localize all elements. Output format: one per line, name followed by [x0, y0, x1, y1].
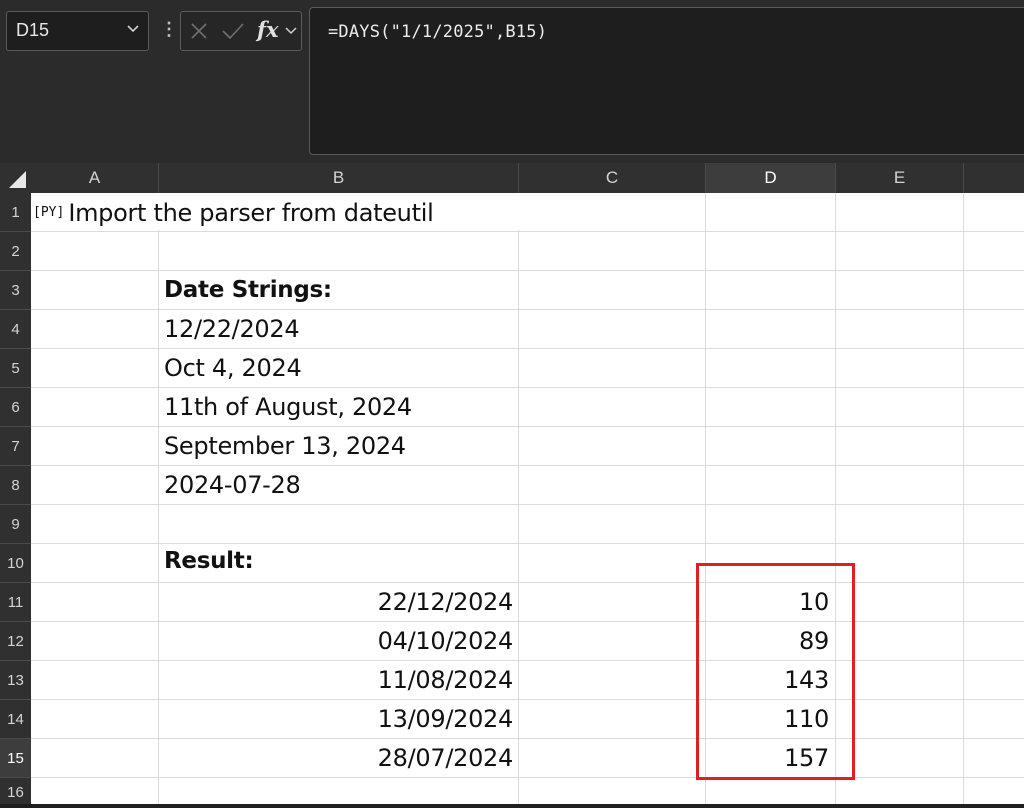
cell-b11[interactable]: 22/12/2024	[164, 588, 514, 616]
check-icon[interactable]	[221, 21, 245, 41]
cell-b7[interactable]: September 13, 2024	[164, 432, 406, 460]
gridline	[518, 193, 519, 804]
gridline	[31, 465, 1024, 466]
column-header-f[interactable]	[964, 163, 1024, 193]
row-header[interactable]: 14	[0, 700, 31, 739]
formula-actions: fx	[180, 11, 302, 51]
cell-b15[interactable]: 28/07/2024	[164, 744, 514, 772]
gridline	[31, 738, 1024, 739]
row-header[interactable]: 8	[0, 466, 31, 505]
column-header-a[interactable]: A	[31, 163, 159, 193]
gridline	[31, 660, 1024, 661]
row-header[interactable]: 11	[0, 583, 31, 622]
cell-b6[interactable]: 11th of August, 2024	[164, 393, 412, 421]
gridline	[705, 193, 706, 804]
cell-d15[interactable]: 157	[709, 744, 829, 772]
formula-bar-area: D15 ⋮ fx =DAYS("1/1/2025",B15)	[0, 0, 1024, 163]
gridline	[31, 621, 1024, 622]
row-header[interactable]: 10	[0, 544, 31, 583]
gridline	[835, 193, 836, 804]
gridline	[31, 543, 1024, 544]
gridline	[31, 270, 1024, 271]
row-header[interactable]: 15	[0, 739, 31, 778]
gridline	[31, 348, 1024, 349]
cell-b13[interactable]: 11/08/2024	[164, 666, 514, 694]
insert-function-icon[interactable]: fx	[257, 17, 279, 42]
row-header[interactable]: 13	[0, 661, 31, 700]
column-header-d[interactable]: D	[706, 163, 836, 193]
gridline	[31, 777, 1024, 778]
cell-b8[interactable]: 2024-07-28	[164, 471, 301, 499]
cell-a1[interactable]: [PY] Import the parser from dateutil	[33, 199, 434, 227]
row-header[interactable]: 1	[0, 193, 31, 232]
cell-a1-text: Import the parser from dateutil	[68, 199, 434, 227]
gridline	[31, 231, 1024, 232]
row-header[interactable]: 6	[0, 388, 31, 427]
formula-input[interactable]: =DAYS("1/1/2025",B15)	[309, 7, 1024, 155]
gridline	[31, 387, 1024, 388]
gridline	[158, 193, 159, 804]
row-header[interactable]: 4	[0, 310, 31, 349]
name-box[interactable]: D15	[6, 11, 149, 51]
row-header[interactable]: 12	[0, 622, 31, 661]
row-header[interactable]: 3	[0, 271, 31, 310]
name-box-value: D15	[16, 20, 50, 40]
cell-b10[interactable]: Result:	[164, 548, 254, 574]
gridline	[31, 426, 1024, 427]
cell-d14[interactable]: 110	[709, 705, 829, 733]
cell-grid[interactable]: [PY] Import the parser from dateutil Date…	[31, 193, 1024, 804]
cell-b4[interactable]: 12/22/2024	[164, 315, 300, 343]
gridline	[31, 309, 1024, 310]
cell-b12[interactable]: 04/10/2024	[164, 627, 514, 655]
column-headers: A B C D E	[0, 163, 1024, 193]
gridline	[31, 699, 1024, 700]
python-badge-icon: [PY]	[33, 204, 65, 220]
column-header-b[interactable]: B	[159, 163, 519, 193]
cell-b14[interactable]: 13/09/2024	[164, 705, 514, 733]
chevron-down-icon[interactable]	[285, 25, 297, 37]
gridline	[31, 582, 1024, 583]
formula-text: =DAYS("1/1/2025",B15)	[328, 22, 548, 42]
gridline	[963, 193, 964, 804]
cell-b3[interactable]: Date Strings:	[164, 277, 332, 303]
chevron-down-icon[interactable]	[127, 21, 139, 37]
cell-b5[interactable]: Oct 4, 2024	[164, 354, 302, 382]
row-header[interactable]: 2	[0, 232, 31, 271]
row-header[interactable]: 5	[0, 349, 31, 388]
row-header[interactable]: 16	[0, 778, 31, 804]
cell-d13[interactable]: 143	[709, 666, 829, 694]
row-header[interactable]: 7	[0, 427, 31, 466]
column-header-c[interactable]: C	[519, 163, 706, 193]
gridline	[31, 504, 1024, 505]
row-headers: 1 2 3 4 5 6 7 8 9 10 11 12 13 14 15 16	[0, 193, 31, 804]
cell-d11[interactable]: 10	[709, 588, 829, 616]
more-options-icon[interactable]: ⋮	[160, 19, 178, 40]
select-all-button[interactable]	[0, 163, 31, 193]
column-header-e[interactable]: E	[836, 163, 964, 193]
cancel-icon[interactable]	[189, 21, 209, 41]
row-header[interactable]: 9	[0, 505, 31, 544]
cell-d12[interactable]: 89	[709, 627, 829, 655]
